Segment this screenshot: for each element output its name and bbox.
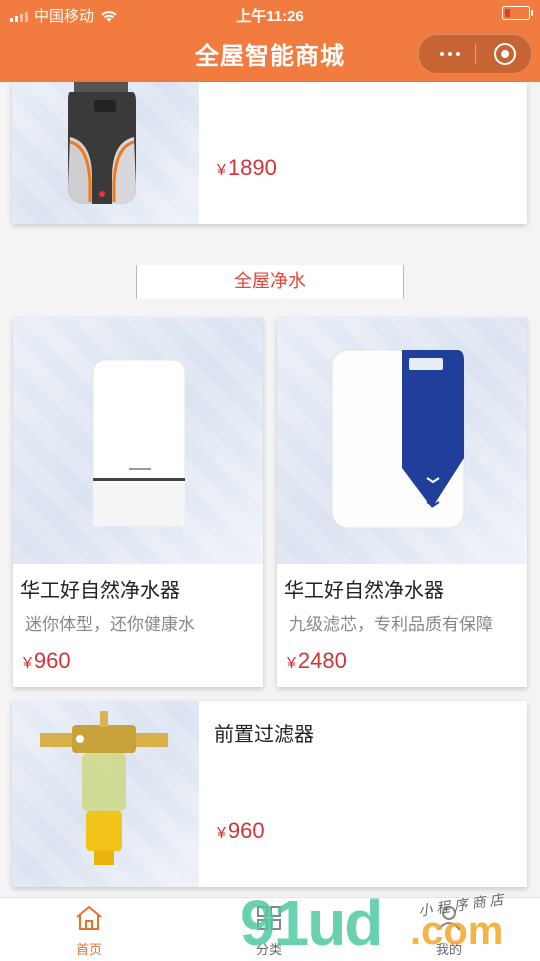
status-time: 上午11:26: [236, 8, 304, 25]
battery-icon: [502, 6, 533, 20]
product-desc: 迷你体型，还你健康水: [25, 615, 195, 634]
capsule-divider: [475, 44, 476, 64]
product-image: [13, 318, 263, 564]
product-card[interactable]: 华工好自然净水器 九级滤芯，专利品质有保障 ¥2480: [277, 318, 527, 687]
tab-category[interactable]: 分类: [209, 904, 329, 958]
product-price: ¥960: [217, 818, 265, 844]
product-image: [277, 318, 527, 564]
product-title: 前置过滤器: [214, 724, 314, 746]
navigation-bar: 中国移动 上午11:26 全屋智能商城: [0, 0, 540, 82]
tab-home-label: 首页: [75, 942, 102, 957]
price-value: 960: [227, 818, 265, 843]
product-title: 华工好自然净水器: [284, 580, 444, 602]
price-symbol: ¥: [287, 655, 296, 672]
price-symbol: ¥: [23, 655, 32, 672]
price-symbol: ¥: [217, 825, 226, 842]
tab-profile-label: 我的: [435, 942, 462, 957]
product-image: [12, 82, 199, 224]
price-symbol: ¥: [217, 162, 226, 179]
product-title: 华工好自然净水器: [20, 580, 180, 602]
miniprogram-capsule: [418, 34, 532, 74]
product-card[interactable]: 前置过滤器 ¥960: [12, 701, 527, 887]
status-bar: 中国移动 上午11:26: [0, 0, 540, 28]
product-desc: 九级滤芯，专利品质有保障: [289, 615, 493, 634]
product-price: ¥960: [23, 648, 71, 674]
tab-home[interactable]: 首页: [29, 904, 149, 958]
product-image: [12, 701, 199, 887]
prefilter-image: [40, 711, 168, 865]
tab-profile[interactable]: 我的: [389, 904, 509, 958]
product-price: ¥1890: [217, 155, 277, 181]
section-header: 全屋净水: [136, 265, 404, 299]
price-value: 2480: [297, 648, 347, 673]
section-title: 全屋净水: [234, 271, 306, 291]
user-icon: [437, 906, 461, 931]
garbage-disposer-image: [68, 82, 136, 204]
product-price: ¥2480: [287, 648, 347, 674]
grid-icon: [257, 906, 281, 930]
more-icon[interactable]: [433, 45, 467, 63]
home-icon: [76, 905, 102, 930]
product-card[interactable]: 华工好自然净水器 迷你体型，还你健康水 ¥960: [13, 318, 263, 687]
water-purifier-image: [331, 349, 465, 529]
price-value: 1890: [227, 155, 277, 180]
water-purifier-image: [92, 359, 186, 527]
tab-category-label: 分类: [255, 942, 282, 957]
product-card[interactable]: ¥1890: [12, 82, 527, 224]
tab-bar: 首页 分类 我的: [0, 897, 540, 961]
close-miniprogram-icon[interactable]: [494, 43, 516, 65]
price-value: 960: [33, 648, 71, 673]
